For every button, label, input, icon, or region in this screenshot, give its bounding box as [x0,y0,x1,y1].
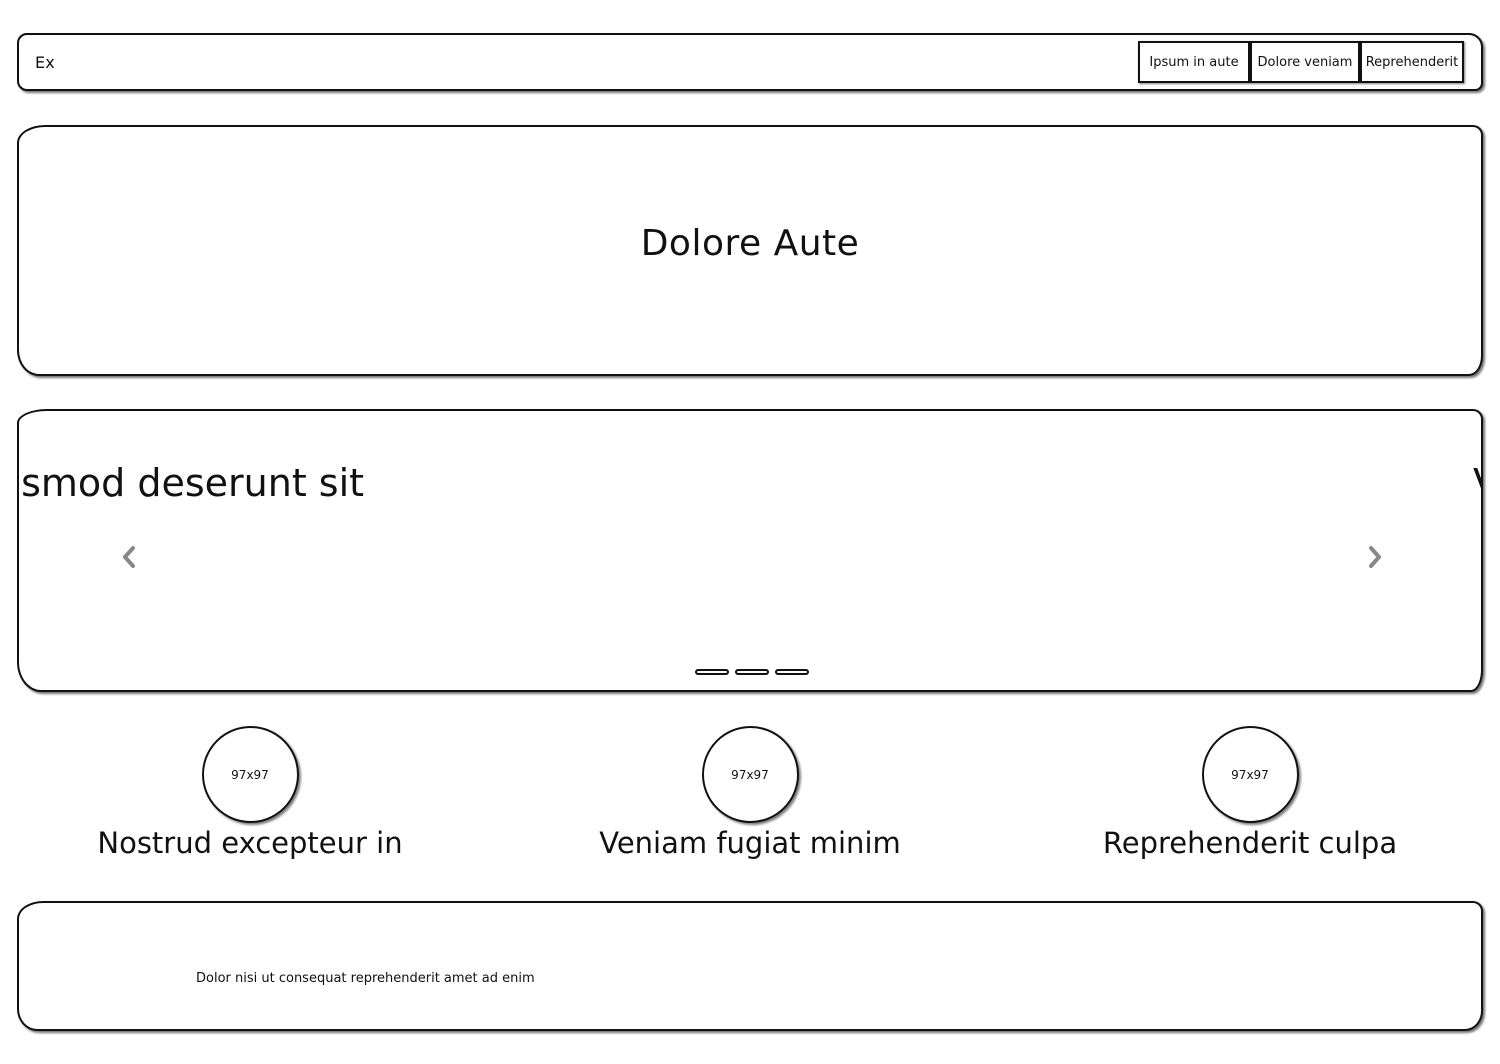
image-size-label: 97x97 [1231,767,1269,782]
nav-button-ipsum-in-aute[interactable]: Ipsum in aute [1138,41,1250,83]
feature-column: 97x97 Reprehenderit culpa [1050,726,1450,863]
feature-image-placeholder: 97x97 [1201,726,1299,823]
feature-title: Nostrud excepteur in [97,826,403,860]
carousel-next-button[interactable] [1361,541,1389,573]
footer: Dolor nisi ut consequat reprehenderit am… [17,901,1483,1031]
carousel-indicator-1[interactable] [695,669,729,675]
feature-column: 97x97 Nostrud excepteur in [50,726,450,863]
chevron-right-icon [1369,546,1381,568]
carousel: usmod deserunt sit V [17,409,1483,692]
carousel-indicator-2[interactable] [735,669,769,675]
nav-button-reprehenderit[interactable]: Reprehenderit [1360,41,1464,83]
carousel-slide-caption: usmod deserunt sit [17,461,365,505]
chevron-left-icon [123,546,135,568]
feature-title: Veniam fugiat minim [599,826,901,860]
feature-column: 97x97 Veniam fugiat minim [550,726,950,863]
brand-label[interactable]: Ex [35,53,55,72]
navbar: Ex Ipsum in aute Dolore veniam Reprehend… [17,33,1483,91]
nav-button-dolore-veniam[interactable]: Dolore veniam [1250,41,1360,83]
carousel-next-slide-caption: V [1473,461,1481,505]
feature-image-placeholder: 97x97 [701,726,799,823]
carousel-indicator-3[interactable] [775,669,809,675]
feature-image-placeholder: 97x97 [201,726,299,823]
footer-text: Dolor nisi ut consequat reprehenderit am… [196,971,535,986]
carousel-indicators [695,669,809,675]
image-size-label: 97x97 [231,767,269,782]
carousel-prev-button[interactable] [115,541,143,573]
feature-title: Reprehenderit culpa [1102,826,1398,860]
hero-section: Dolore Aute [17,125,1483,376]
image-size-label: 97x97 [731,767,769,782]
hero-title: Dolore Aute [640,223,860,264]
